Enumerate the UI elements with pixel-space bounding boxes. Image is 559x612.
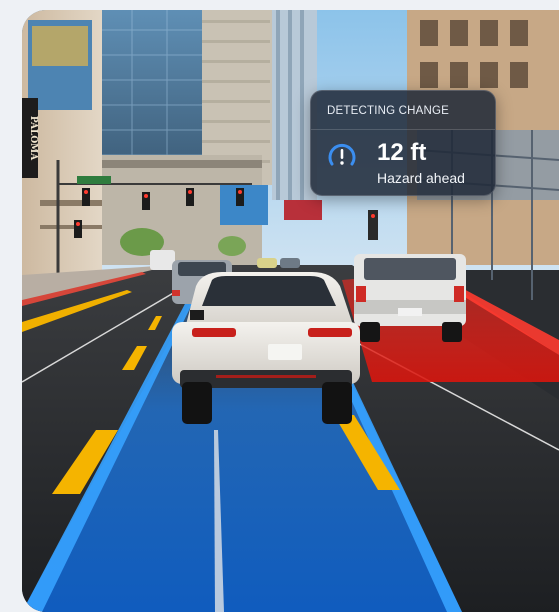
alert-gauge-icon [328, 143, 356, 166]
street-sign [77, 176, 111, 184]
hazard-distance: 12 ft [377, 139, 427, 166]
hazard-status: Hazard ahead [377, 170, 465, 186]
hud-title: DETECTING CHANGE [327, 105, 450, 117]
hazard-detection-card: DETECTING CHANGE 12 ft Hazard ahead [310, 90, 496, 196]
hud-divider [311, 129, 495, 130]
camera-view: PALOMA DETECTING CHANGE 12 ft Hazard ahe… [22, 10, 559, 612]
paloma-sign: PALOMA [28, 116, 38, 161]
billboard-red [284, 200, 322, 220]
glass-tower [97, 10, 202, 175]
